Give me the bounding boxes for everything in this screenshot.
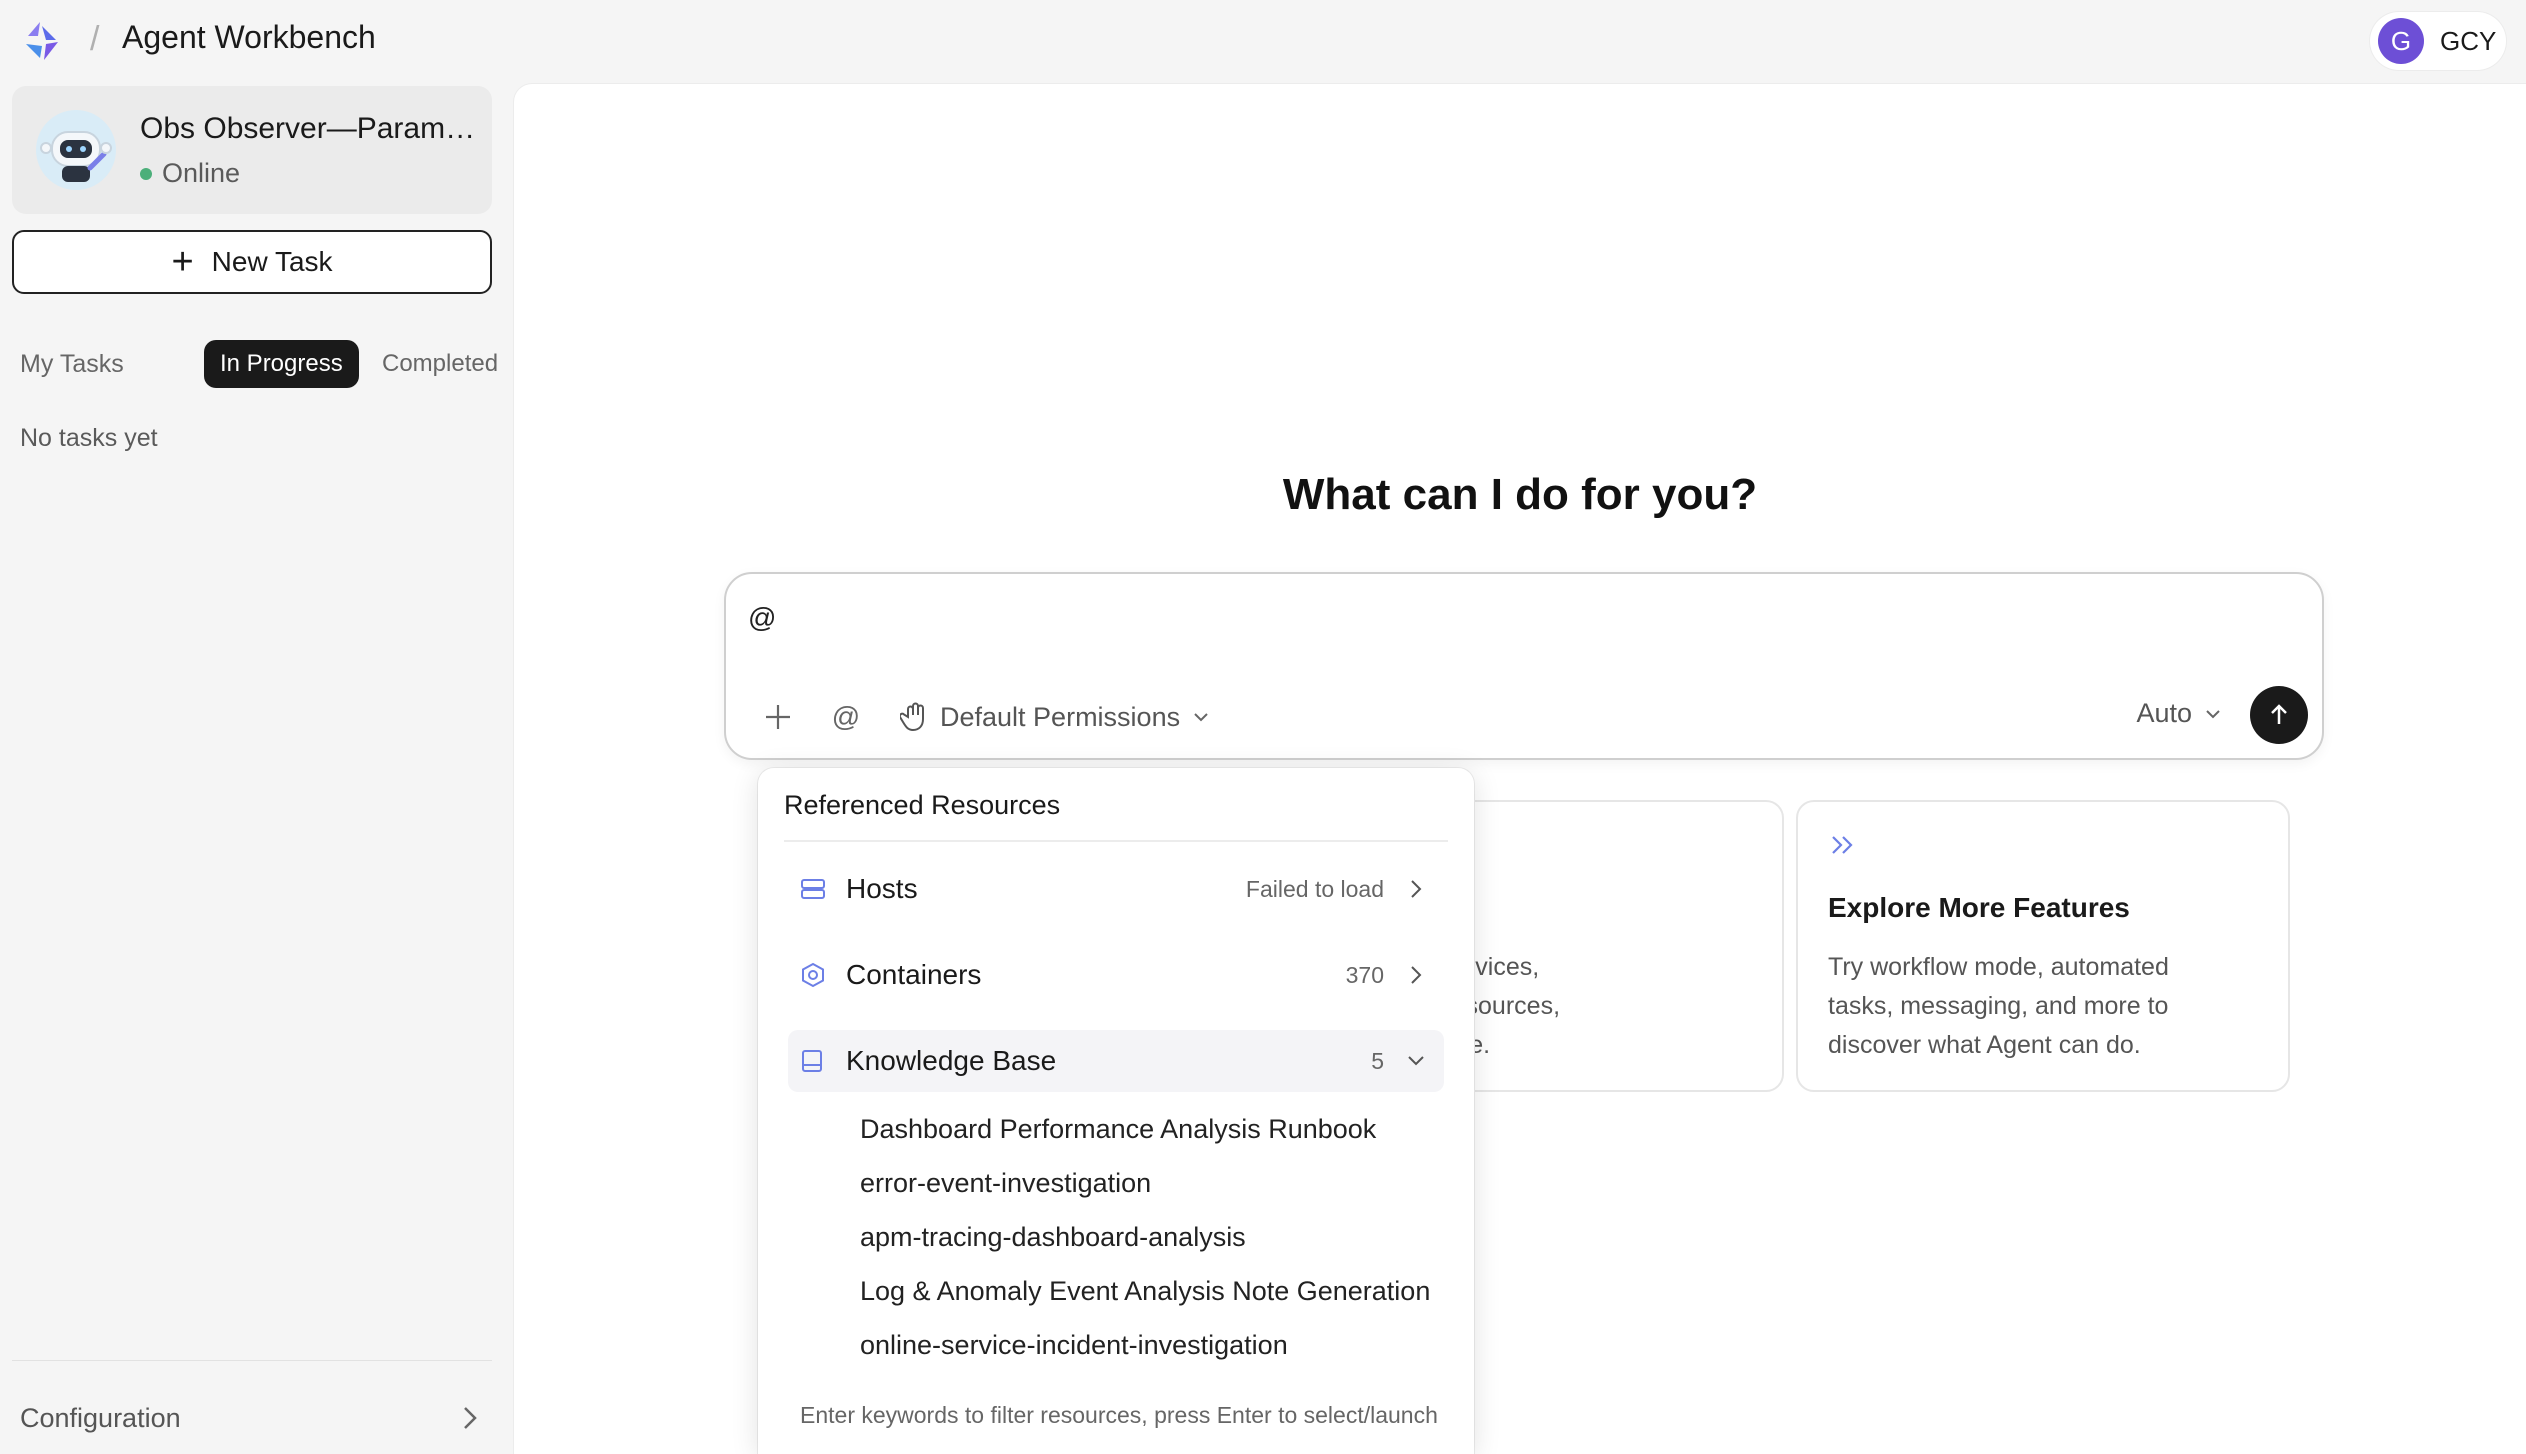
resource-label: Knowledge Base xyxy=(846,1045,1057,1076)
knowledge-base-item[interactable]: online-service-incident-investigation xyxy=(860,1318,1430,1372)
top-bar: / Agent Workbench G GCY xyxy=(0,0,2526,82)
permissions-dropdown[interactable]: Default Permissions xyxy=(900,701,1210,733)
agent-status: Online xyxy=(140,158,240,189)
prompt-input[interactable]: @ xyxy=(748,602,776,634)
my-tasks-label: My Tasks xyxy=(20,349,124,378)
chevron-down-icon xyxy=(2206,709,2220,718)
app-title: Agent Workbench xyxy=(122,19,376,55)
sidebar: Obs Observer—Parameter... Online + New T… xyxy=(0,82,512,1454)
card-title: Explore More Features xyxy=(1828,892,2130,923)
tab-in-progress[interactable]: In Progress xyxy=(204,340,359,388)
server-icon xyxy=(800,877,834,901)
card-description: Try workflow mode, automated tasks, mess… xyxy=(1828,948,2268,1065)
user-avatar: G xyxy=(2378,18,2424,64)
send-button[interactable] xyxy=(2250,686,2308,744)
new-task-button[interactable]: + New Task xyxy=(12,230,492,294)
sidebar-divider xyxy=(12,1360,492,1361)
card-desc-line: discover what Agent can do. xyxy=(1828,1031,2141,1059)
configuration-label: Configuration xyxy=(20,1402,181,1433)
knowledge-base-item[interactable]: apm-tracing-dashboard-analysis xyxy=(860,1210,1430,1264)
dropdown-hint: Enter keywords to filter resources, pres… xyxy=(800,1402,1438,1428)
model-label: Auto xyxy=(2136,698,2192,728)
breadcrumb-separator: / xyxy=(90,20,100,58)
knowledge-base-item[interactable]: Log & Anomaly Event Analysis Note Genera… xyxy=(860,1264,1430,1318)
hero-title: What can I do for you? xyxy=(1282,470,1758,519)
resource-count: 370 xyxy=(1345,961,1384,988)
agent-name: Obs Observer—Parameter... xyxy=(140,112,486,145)
resource-row-hosts[interactable]: Hosts Failed to load xyxy=(788,858,1444,920)
robot-avatar-icon xyxy=(36,110,116,190)
knowledge-base-list: Dashboard Performance Analysis Runbook e… xyxy=(860,1102,1430,1372)
empty-tasks-message: No tasks yet xyxy=(20,424,158,452)
agent-status-label: Online xyxy=(162,158,241,188)
chevron-right-icon xyxy=(1404,964,1428,986)
mention-icon[interactable]: @ xyxy=(826,697,866,737)
feature-card-explore[interactable]: Explore More Features Try workflow mode,… xyxy=(1796,800,2290,1092)
task-filter-row: My Tasks In Progress Completed xyxy=(20,340,500,388)
new-task-label: New Task xyxy=(211,246,333,277)
user-name: GCY xyxy=(2440,25,2497,56)
tab-completed[interactable]: Completed xyxy=(366,340,514,388)
prompt-input-box[interactable]: @ @ Default Permissions Auto xyxy=(724,572,2324,760)
knowledge-base-item[interactable]: error-event-investigation xyxy=(860,1156,1430,1210)
permissions-label: Default Permissions xyxy=(940,701,1181,732)
dropdown-divider xyxy=(784,840,1448,842)
configuration-link[interactable]: Configuration xyxy=(20,1396,480,1440)
chevron-down-icon xyxy=(1404,1054,1428,1068)
chevron-down-icon xyxy=(1194,713,1208,722)
card-desc-line: tasks, messaging, and more to xyxy=(1828,992,2169,1020)
resource-dropdown: Referenced Resources Hosts Failed to loa… xyxy=(758,768,1474,1454)
arrow-up-icon xyxy=(2271,704,2287,724)
resource-label: Hosts xyxy=(846,873,918,904)
card-desc-line: Try workflow mode, automated xyxy=(1828,953,2169,981)
agent-card[interactable]: Obs Observer—Parameter... Online xyxy=(12,86,492,214)
double-chevron-right-icon xyxy=(1832,836,1853,854)
knowledge-base-item[interactable]: Dashboard Performance Analysis Runbook xyxy=(860,1102,1430,1156)
plus-icon: + xyxy=(171,241,194,283)
online-status-dot-icon xyxy=(140,167,152,180)
container-icon xyxy=(800,962,834,988)
hand-icon xyxy=(900,702,924,732)
book-icon xyxy=(800,1048,834,1074)
resource-status: Failed to load xyxy=(1245,875,1384,902)
add-attachment-icon[interactable] xyxy=(758,697,798,737)
user-menu[interactable]: G GCY xyxy=(2370,12,2506,70)
resource-count: 5 xyxy=(1371,1047,1384,1074)
model-select[interactable]: Auto xyxy=(2136,698,2222,729)
app-logo-icon[interactable] xyxy=(20,18,66,64)
input-toolbar: @ Default Permissions xyxy=(758,692,1210,742)
chevron-right-icon xyxy=(1404,878,1428,900)
resource-row-knowledge-base[interactable]: Knowledge Base 5 xyxy=(788,1030,1444,1092)
resource-label: Containers xyxy=(846,959,982,990)
resource-row-containers[interactable]: Containers 370 xyxy=(788,944,1444,1006)
dropdown-header: Referenced Resources xyxy=(784,790,1061,820)
chevron-right-icon xyxy=(464,1407,477,1429)
